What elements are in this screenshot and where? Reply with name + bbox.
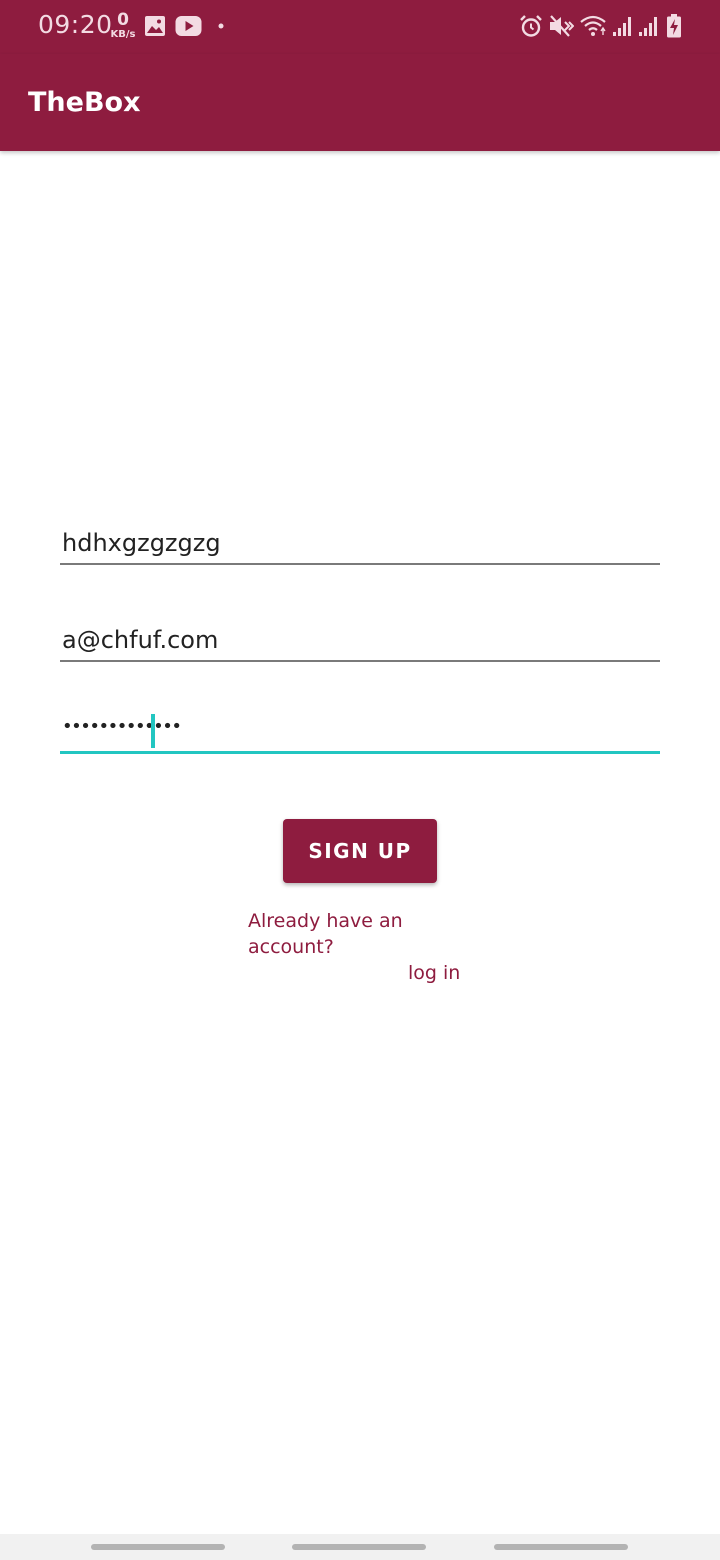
network-speed-value: 0 — [117, 10, 129, 30]
wifi-icon — [580, 15, 606, 36]
text-cursor — [151, 714, 155, 748]
nav-back-handle[interactable] — [494, 1544, 628, 1550]
status-bar: 09:20 0 KB/s — [0, 0, 720, 54]
password-underline — [60, 751, 660, 754]
login-prompt[interactable]: Already have an account? log in — [248, 908, 478, 986]
network-speed: 0 KB/s — [108, 12, 138, 40]
login-link[interactable]: log in — [248, 960, 478, 986]
password-field[interactable]: ••••••••••••• — [60, 710, 660, 756]
email-field[interactable]: a@chfuf.com — [60, 621, 660, 663]
youtube-icon — [175, 16, 202, 36]
gallery-icon — [145, 16, 165, 36]
navigation-bar — [0, 1534, 720, 1560]
nav-home-handle[interactable] — [292, 1544, 426, 1550]
email-underline — [60, 660, 660, 662]
username-underline — [60, 563, 660, 565]
status-time: 09:20 — [38, 10, 113, 39]
network-speed-unit: KB/s — [110, 29, 136, 40]
battery-charging-icon — [667, 14, 681, 38]
signal-2-icon — [639, 17, 657, 36]
nav-recent-handle[interactable] — [91, 1544, 225, 1550]
email-value: a@chfuf.com — [62, 626, 219, 654]
dot-icon — [218, 23, 224, 29]
mute-icon — [550, 15, 574, 37]
password-value: ••••••••••••• — [62, 716, 182, 737]
sign-up-button[interactable]: SIGN UP — [283, 819, 437, 883]
signal-1-icon — [613, 17, 631, 36]
login-question: Already have an account? — [248, 910, 403, 958]
username-value: hdhxgzgzgzg — [62, 529, 221, 557]
app-title: TheBox — [28, 87, 141, 118]
username-field[interactable]: hdhxgzgzgzg — [60, 524, 660, 566]
app-bar: TheBox — [0, 54, 720, 151]
alarm-icon — [520, 15, 542, 37]
